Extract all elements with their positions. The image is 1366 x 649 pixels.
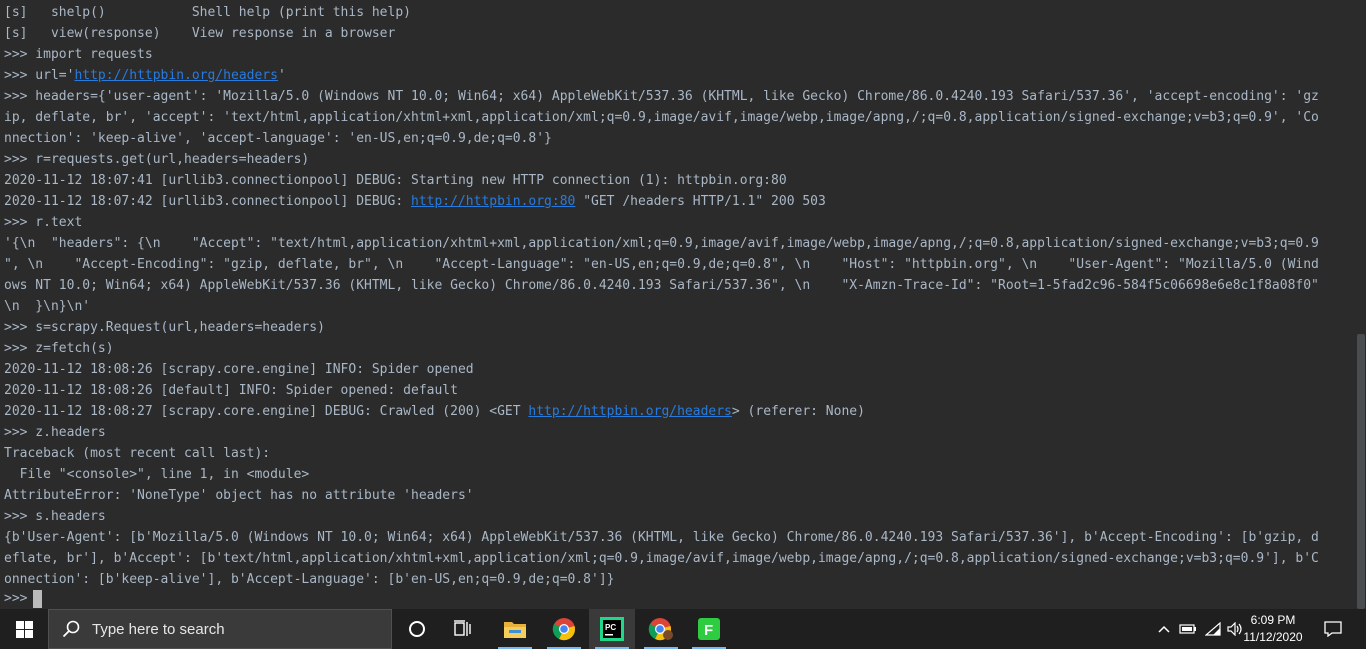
console-url-link[interactable]: http://httpbin.org:80 [411,194,575,209]
task-view-icon [454,620,471,636]
console-line: {b'User-Agent': [b'Mozilla/5.0 (Windows … [4,530,1319,545]
console-line: >>> r=requests.get(url,headers=headers) [4,152,310,167]
wifi-icon [1205,622,1221,636]
windows-taskbar: Type here to search PC F 6:09 PM 11/12/2… [0,609,1366,649]
chrome-profile-icon [648,618,673,641]
taskbar-app-chrome-profile[interactable] [638,609,684,649]
clock-date: 11/12/2020 [1243,630,1303,644]
pycharm-icon: PC [600,617,624,641]
cortana-circle-icon [409,621,425,637]
console-url-link[interactable]: http://httpbin.org/headers [74,68,278,83]
console-line: >>> headers={'user-agent': 'Mozilla/5.0 … [4,89,1319,104]
svg-text:F: F [704,622,713,639]
action-center-button[interactable] [1316,609,1350,649]
prompt-symbol: >>> [4,591,28,606]
folder-icon [504,622,526,638]
taskbar-app-file-explorer[interactable] [492,609,538,649]
console-line: [s] view(response) View response in a br… [4,26,396,41]
console-line: AttributeError: 'NoneType' object has no… [4,488,474,503]
cortana-button[interactable] [394,609,440,649]
task-view-button[interactable] [440,609,486,649]
console-text: > (referer: None) [731,404,865,419]
console-text: 2020-11-12 18:07:42 [urllib3.connectionp… [4,194,411,209]
network-button[interactable] [1201,609,1225,649]
console-text: "GET /headers HTTP/1.1" 200 503 [575,194,826,209]
input-prompt-line[interactable]: >>> [4,588,43,609]
taskbar-clock[interactable]: 6:09 PM 11/12/2020 [1238,609,1308,649]
console-text: 2020-11-12 18:08:27 [scrapy.core.engine]… [4,404,529,419]
console-text: >>> url=' [4,68,75,83]
taskbar-app-green-f[interactable]: F [686,609,732,649]
battery-button[interactable] [1176,609,1200,649]
svg-text:PC: PC [605,623,616,632]
python-console[interactable]: [s] shelp() Shell help (print this help)… [0,0,1356,609]
chrome-icon [552,618,575,641]
search-placeholder: Type here to search [92,620,225,638]
console-line: Traceback (most recent call last): [4,446,271,461]
start-button[interactable] [0,609,48,649]
console-text: ' [277,68,286,83]
show-hidden-icons-button[interactable] [1152,609,1176,649]
chevron-up-icon [1158,625,1170,633]
console-line: ip, deflate, br', 'accept': 'text/html,a… [4,110,1319,125]
console-line: nnection': 'keep-alive', 'accept-languag… [4,131,552,146]
console-line: '{\n "headers": {\n "Accept": "text/html… [4,236,1319,251]
battery-icon [1179,624,1196,634]
taskbar-search-box[interactable]: Type here to search [48,609,392,649]
taskbar-app-chrome[interactable] [541,609,587,649]
console-line: 2020-11-12 18:07:42 [urllib3.connectionp… [4,191,826,212]
console-line: 2020-11-12 18:08:26 [scrapy.core.engine]… [4,362,474,377]
console-line: >>> z.headers [4,425,106,440]
console-line: 2020-11-12 18:07:41 [urllib3.connectionp… [4,173,787,188]
console-line: ows NT 10.0; Win64; x64) AppleWebKit/537… [4,278,1319,293]
console-line: >>> z=fetch(s) [4,341,114,356]
console-line: >>> r.text [4,215,83,230]
console-line: \n }\n}\n' [4,299,91,314]
notification-icon [1324,621,1342,637]
console-line: >>> import requests [4,47,153,62]
console-line: ", \n "Accept-Encoding": "gzip, deflate,… [4,257,1319,272]
console-url-link[interactable]: http://httpbin.org/headers [528,404,732,419]
console-line: >>> s=scrapy.Request(url,headers=headers… [4,320,325,335]
console-line: >>> s.headers [4,509,106,524]
console-line: >>> url='http://httpbin.org/headers' [4,65,286,86]
console-line: [s] shelp() Shell help (print this help) [4,5,411,20]
taskbar-app-pycharm[interactable]: PC [589,609,635,649]
windows-logo-icon [15,620,33,638]
clock-time: 6:09 PM [1250,613,1296,627]
console-line: 2020-11-12 18:08:26 [default] INFO: Spid… [4,383,458,398]
console-line: eflate, br'], b'Accept': [b'text/html,ap… [4,551,1319,566]
text-cursor [33,589,43,608]
search-icon [62,620,80,638]
console-line: 2020-11-12 18:08:27 [scrapy.core.engine]… [4,401,865,422]
console-line: File "<console>", line 1, in <module> [4,467,310,482]
green-f-app-icon: F [698,618,720,640]
scrollbar-thumb[interactable] [1357,334,1365,609]
console-line: onnection': [b'keep-alive'], b'Accept-La… [4,572,615,587]
